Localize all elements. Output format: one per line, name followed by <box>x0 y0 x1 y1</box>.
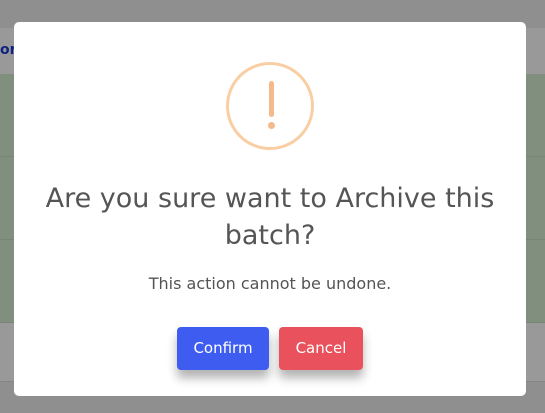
cancel-button[interactable]: Cancel <box>279 327 363 370</box>
confirm-button[interactable]: Confirm <box>177 327 269 370</box>
page: or Are you sure want to Archive this bat… <box>0 0 545 413</box>
exclamation-icon <box>226 62 314 150</box>
dialog-title: Are you sure want to Archive this batch? <box>45 183 495 251</box>
dialog-message: This action cannot be undone. <box>148 274 392 293</box>
exclamation-icon-line <box>269 81 274 117</box>
exclamation-icon-dot <box>268 122 275 129</box>
archive-confirm-dialog: Are you sure want to Archive this batch?… <box>14 22 526 396</box>
